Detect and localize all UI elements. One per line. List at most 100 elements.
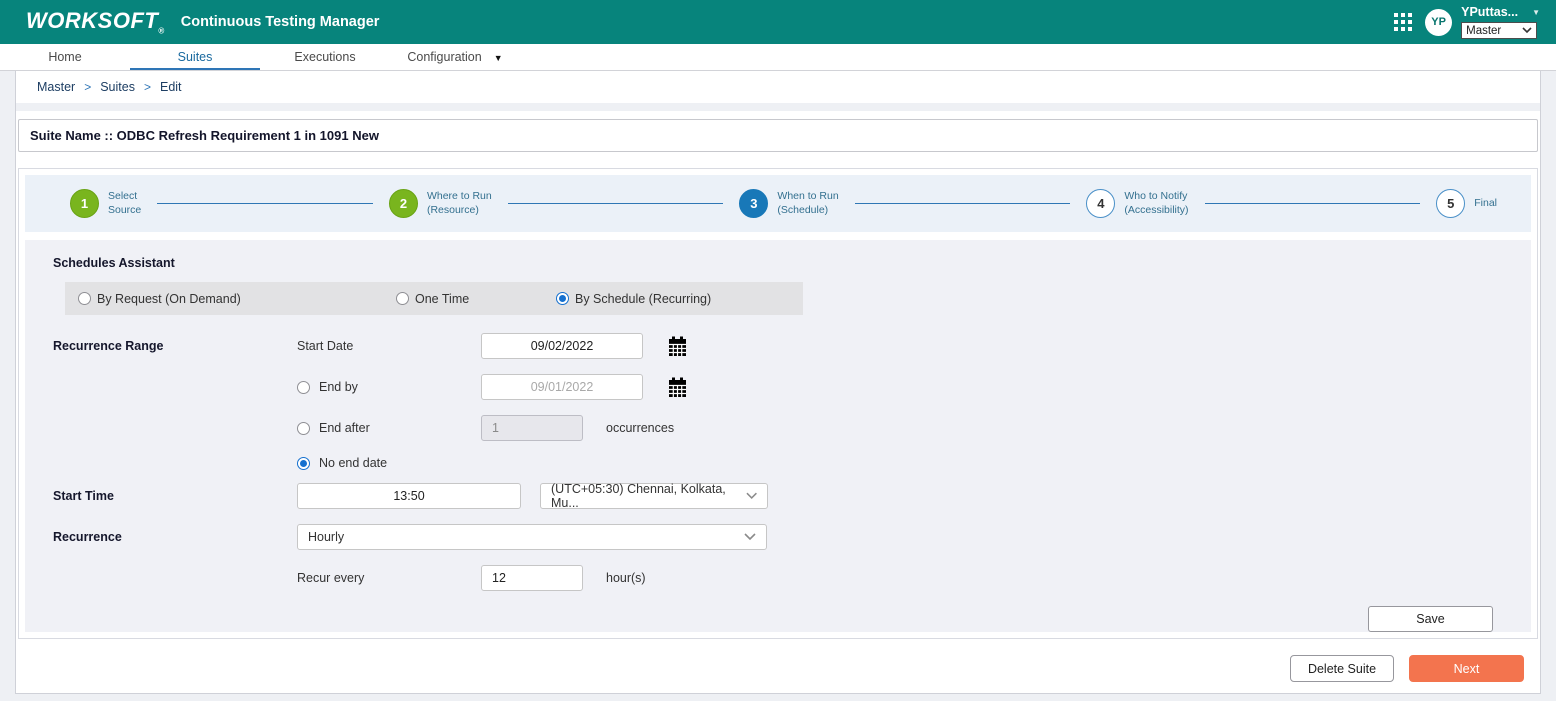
tab-configuration[interactable]: Configuration ▼ (390, 44, 520, 70)
one-time-radio[interactable] (396, 292, 409, 305)
user-caret-icon: ▼ (1532, 7, 1540, 17)
save-row: Save (53, 606, 1531, 632)
by-request-label: By Request (On Demand) (97, 291, 241, 306)
end-by-input[interactable] (481, 374, 643, 400)
step-2-label: Where to Run (Resource) (426, 189, 492, 216)
recurrence-row: Recurrence Hourly (53, 524, 1531, 550)
end-by-label: End by (319, 380, 358, 394)
recur-every-label: Recur every (297, 571, 365, 585)
start-date-row: Recurrence Range Start Date (53, 333, 1531, 359)
step-connector (1204, 203, 1421, 204)
step-2-circle: 2 (388, 189, 418, 218)
step-2-where-to-run[interactable]: 2 Where to Run (Resource) (388, 189, 492, 218)
step-connector (854, 203, 1071, 204)
start-time-label: Start Time (53, 489, 114, 503)
mode-one-time[interactable]: One Time (396, 292, 556, 306)
breadcrumb: Master > Suites > Edit (16, 71, 1540, 103)
app-header: WORKSOFT® Continuous Testing Manager YP … (0, 0, 1556, 44)
step-connector (507, 203, 724, 204)
occurrences-label: occurrences (606, 421, 675, 435)
breadcrumb-item-master[interactable]: Master (37, 80, 75, 94)
schedules-assistant-title: Schedules Assistant (53, 256, 175, 270)
chevron-down-icon (746, 492, 757, 499)
recur-every-row: Recur every hour(s) (53, 565, 1531, 591)
wizard-stepper: 1 Select Source 2 Where to Run (Resource) … (25, 175, 1531, 232)
recurrence-select[interactable]: Hourly (297, 524, 767, 550)
breadcrumb-item-edit[interactable]: Edit (160, 80, 182, 94)
recur-every-input[interactable] (481, 565, 583, 591)
page-container: Master > Suites > Edit Suite Name :: ODB… (15, 71, 1541, 694)
step-4-label: Who to Notify (Accessibility) (1124, 189, 1189, 216)
step-1-label: Select Source (108, 189, 142, 216)
hours-unit-label: hour(s) (606, 571, 646, 585)
start-time-input[interactable] (297, 483, 521, 509)
end-by-calendar-icon[interactable] (668, 377, 687, 398)
by-schedule-radio[interactable] (556, 292, 569, 305)
timezone-select-value: (UTC+05:30) Chennai, Kolkata, Mu... (551, 482, 726, 510)
start-date-label: Start Date (297, 339, 354, 353)
mode-by-schedule[interactable]: By Schedule (Recurring) (556, 292, 711, 306)
schedule-mode-bar: By Request (On Demand) One Time By Sched… (65, 282, 803, 315)
chevron-down-icon (1522, 27, 1532, 34)
tab-suites[interactable]: Suites (130, 44, 260, 70)
one-time-label: One Time (415, 291, 470, 306)
breadcrumb-separator-icon: > (84, 80, 92, 94)
recurrence-select-value: Hourly (308, 530, 345, 544)
breadcrumb-divider (16, 103, 1540, 111)
end-after-label: End after (319, 421, 370, 435)
breadcrumb-item-suites[interactable]: Suites (100, 80, 135, 94)
step-5-final[interactable]: 5 Final (1436, 189, 1497, 218)
breadcrumb-separator-icon: > (143, 80, 151, 94)
step-3-when-to-run[interactable]: 3 When to Run (Schedule) (739, 189, 839, 218)
registered-mark: ® (158, 26, 165, 36)
end-by-option[interactable]: End by (297, 380, 481, 394)
mode-by-request[interactable]: By Request (On Demand) (78, 292, 396, 306)
recurrence-label: Recurrence (53, 530, 122, 544)
step-5-label: Final (1474, 196, 1497, 209)
header-right: YP YPuttas... ▼ Master (1394, 5, 1540, 39)
tab-home[interactable]: Home (0, 44, 130, 70)
step-5-circle: 5 (1436, 189, 1466, 218)
no-end-date-row: No end date (53, 456, 1531, 470)
by-request-radio[interactable] (78, 292, 91, 305)
start-time-row: Start Time (UTC+05:30) Chennai, Kolkata,… (53, 482, 1531, 510)
username-menu[interactable]: YPuttas... ▼ (1461, 5, 1540, 19)
suite-name-text: Suite Name :: ODBC Refresh Requirement 1… (30, 128, 379, 143)
next-button[interactable]: Next (1409, 655, 1524, 682)
end-by-row: End by (53, 374, 1531, 400)
step-connector (157, 203, 373, 204)
wizard-panel: 1 Select Source 2 Where to Run (Resource) … (18, 168, 1538, 639)
no-end-date-option[interactable]: No end date (297, 456, 481, 470)
save-button[interactable]: Save (1368, 606, 1493, 632)
by-schedule-label: By Schedule (Recurring) (575, 291, 712, 306)
username: YPuttas... (1461, 5, 1519, 19)
end-after-option[interactable]: End after (297, 421, 481, 435)
step-3-label: When to Run (Schedule) (777, 189, 839, 216)
no-end-date-label: No end date (319, 456, 388, 470)
tenant-select[interactable]: Master (1461, 22, 1538, 39)
recurrence-range-label: Recurrence Range (53, 339, 164, 353)
tab-executions[interactable]: Executions (260, 44, 390, 70)
tab-configuration-label: Configuration (407, 50, 482, 64)
end-after-row: End after occurrences (53, 415, 1531, 441)
avatar[interactable]: YP (1425, 8, 1453, 36)
step-4-who-to-notify[interactable]: 4 Who to Notify (Accessibility) (1086, 189, 1189, 218)
start-date-input[interactable] (481, 333, 643, 359)
chevron-down-icon (744, 533, 756, 541)
timezone-select[interactable]: (UTC+05:30) Chennai, Kolkata, Mu... (540, 482, 768, 510)
end-after-radio[interactable] (297, 421, 310, 435)
start-date-calendar-icon[interactable] (668, 336, 687, 357)
end-by-radio[interactable] (297, 380, 310, 394)
step-1-select-source[interactable]: 1 Select Source (70, 189, 141, 218)
suite-name-bar: Suite Name :: ODBC Refresh Requirement 1… (18, 119, 1538, 152)
apps-grid-icon[interactable] (1394, 13, 1413, 31)
delete-suite-button[interactable]: Delete Suite (1290, 655, 1394, 682)
schedule-form: Schedules Assistant By Request (On Deman… (25, 240, 1531, 632)
footer-actions: Delete Suite Next (16, 655, 1524, 682)
end-after-input[interactable] (481, 415, 583, 441)
step-4-circle: 4 (1086, 189, 1116, 218)
worksoft-logo: WORKSOFT® (26, 8, 165, 36)
no-end-date-radio[interactable] (297, 456, 310, 470)
main-nav: Home Suites Executions Configuration ▼ (0, 44, 1556, 71)
user-menu: YPuttas... ▼ Master (1461, 5, 1540, 39)
